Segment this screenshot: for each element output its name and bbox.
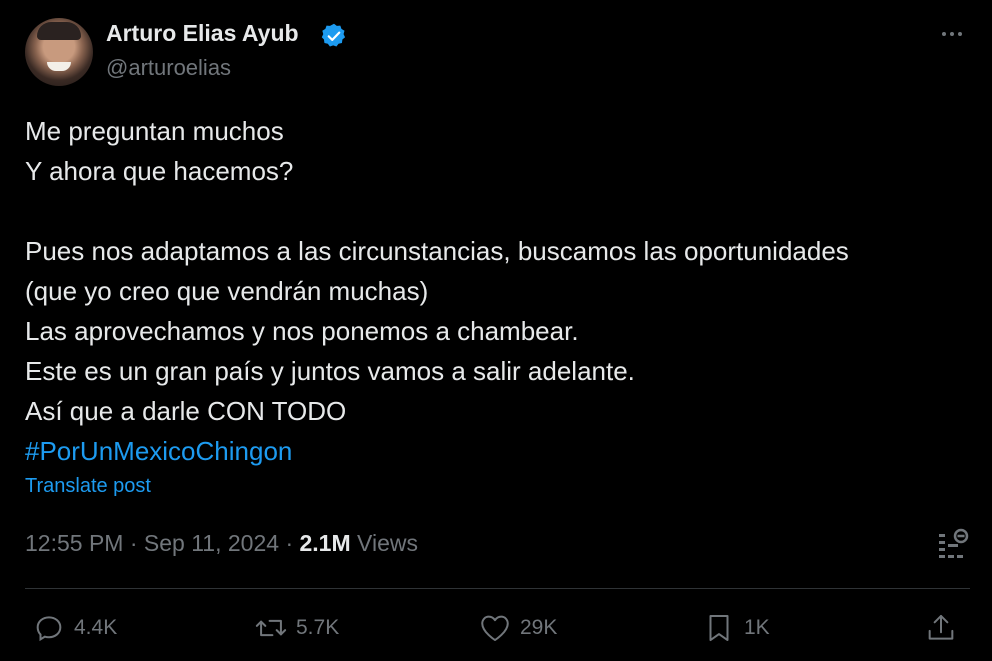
hashtag-link[interactable]: #PorUnMexicoChingon — [25, 431, 975, 471]
post-line: Pues nos adaptamos a las circunstancias,… — [25, 236, 849, 266]
share-icon — [924, 611, 958, 645]
reply-icon — [32, 611, 66, 645]
repost-count: 5.7K — [296, 616, 340, 639]
post-line: Las aprovechamos y nos ponemos a chambea… — [25, 316, 579, 346]
views-count: 2.1M — [299, 530, 351, 556]
post-line: Me preguntan muchos — [25, 116, 284, 146]
views-label: Views — [357, 530, 418, 556]
like-icon — [478, 611, 512, 645]
like-button[interactable]: 29K — [478, 606, 557, 650]
bookmark-button[interactable]: 1K — [702, 606, 770, 650]
analytics-icon[interactable] — [936, 527, 970, 561]
action-bar: 4.4K 5.7K 29K 1K — [0, 606, 992, 650]
reply-count: 4.4K — [74, 616, 118, 639]
divider — [25, 588, 970, 589]
post-meta: 12:55 PM · Sep 11, 2024 · 2.1M Views — [25, 530, 418, 557]
post-text: Me preguntan muchos Y ahora que hacemos?… — [25, 111, 975, 471]
repost-icon — [254, 611, 288, 645]
repost-button[interactable]: 5.7K — [254, 606, 339, 650]
meta-separator: · — [285, 530, 294, 556]
verified-badge-icon — [321, 23, 346, 47]
author-name[interactable]: Arturo Elias Ayub — [106, 20, 299, 47]
post-line: (que yo creo que vendrán muchas) — [25, 276, 429, 306]
bookmark-icon — [702, 611, 736, 645]
post-line: Así que a darle CON TODO — [25, 396, 347, 426]
bookmark-count: 1K — [744, 616, 770, 639]
avatar[interactable] — [25, 18, 93, 86]
meta-separator: · — [129, 530, 138, 556]
post-line — [25, 191, 975, 231]
reply-button[interactable]: 4.4K — [32, 606, 117, 650]
post-line: Este es un gran país y juntos vamos a sa… — [25, 356, 635, 386]
post-date[interactable]: Sep 11, 2024 — [144, 530, 279, 556]
post-line: Y ahora que hacemos? — [25, 156, 294, 186]
author-handle[interactable]: @arturoelias — [106, 55, 231, 81]
post-time[interactable]: 12:55 PM — [25, 530, 123, 556]
translate-post-link[interactable]: Translate post — [25, 475, 151, 498]
more-icon[interactable] — [937, 20, 967, 48]
share-button[interactable] — [924, 606, 958, 650]
like-count: 29K — [520, 616, 558, 639]
